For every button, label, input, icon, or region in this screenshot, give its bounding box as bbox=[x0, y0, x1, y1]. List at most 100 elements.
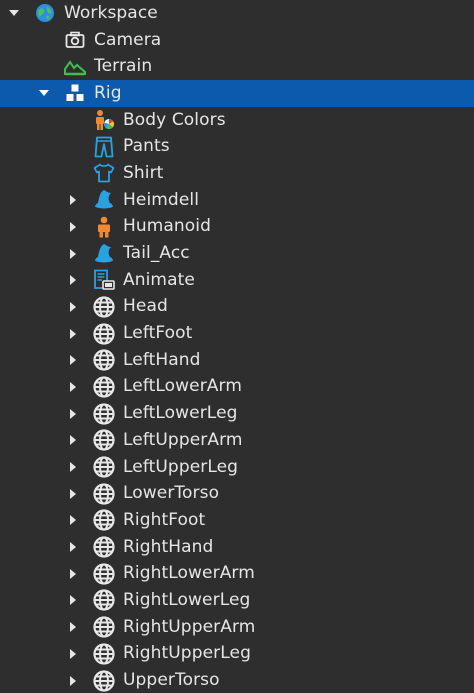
tree-item-label: LeftHand bbox=[123, 349, 201, 370]
chevron-right-icon[interactable] bbox=[67, 594, 79, 606]
chevron-right-icon[interactable] bbox=[67, 648, 79, 660]
tree-item-terrain[interactable]: Terrain bbox=[0, 53, 474, 80]
meshpart-icon bbox=[93, 296, 115, 318]
chevron-right-icon[interactable] bbox=[67, 328, 79, 340]
chevron-right-icon[interactable] bbox=[67, 354, 79, 366]
tree-item-label: RightUpperArm bbox=[123, 616, 256, 637]
tree-item-label: LeftLowerArm bbox=[123, 376, 242, 397]
meshpart-icon bbox=[93, 616, 115, 638]
body-colors-icon bbox=[93, 109, 115, 131]
chevron-right-icon[interactable] bbox=[67, 194, 79, 206]
tree-item-label: Animate bbox=[123, 269, 195, 290]
tree-item-label: LowerTorso bbox=[123, 483, 220, 504]
tree-item-label: UpperTorso bbox=[123, 670, 220, 691]
chevron-right-icon[interactable] bbox=[67, 488, 79, 500]
chevron-right-icon[interactable] bbox=[67, 381, 79, 393]
script-icon bbox=[93, 269, 115, 291]
humanoid-icon bbox=[93, 216, 115, 238]
tree-item-label: Rig bbox=[94, 82, 122, 103]
tree-item-leftupperarm[interactable]: LeftUpperArm bbox=[0, 427, 474, 454]
tree-item-label: RightFoot bbox=[123, 509, 206, 530]
tree-item-label: Pants bbox=[123, 136, 170, 157]
tree-item-heimdell[interactable]: Heimdell bbox=[0, 187, 474, 214]
meshpart-icon bbox=[93, 536, 115, 558]
chevron-right-icon[interactable] bbox=[67, 675, 79, 687]
tree-item-leftlowerleg[interactable]: LeftLowerLeg bbox=[0, 400, 474, 427]
tree-item-rightfoot[interactable]: RightFoot bbox=[0, 507, 474, 534]
tree-item-label: RightLowerLeg bbox=[123, 589, 251, 610]
tree-item-label: Camera bbox=[94, 29, 162, 50]
tree-item-lowertorso[interactable]: LowerTorso bbox=[0, 480, 474, 507]
tree-item-label: Body Colors bbox=[123, 109, 226, 130]
tree-item-rightlowerarm[interactable]: RightLowerArm bbox=[0, 560, 474, 587]
chevron-down-icon[interactable] bbox=[8, 7, 20, 19]
chevron-down-icon[interactable] bbox=[38, 87, 50, 99]
meshpart-icon bbox=[93, 376, 115, 398]
tree-item-shirt[interactable]: Shirt bbox=[0, 160, 474, 187]
tree-item-label: Terrain bbox=[94, 56, 153, 77]
tree-item-label: Humanoid bbox=[123, 216, 212, 237]
tree-item-label: LeftUpperLeg bbox=[123, 456, 239, 477]
chevron-right-icon[interactable] bbox=[67, 408, 79, 420]
meshpart-icon bbox=[93, 456, 115, 478]
meshpart-icon bbox=[93, 322, 115, 345]
tree-item-rig[interactable]: Rig bbox=[0, 80, 474, 107]
accessory-hat-icon bbox=[93, 243, 115, 265]
tree-item-label: Tail_Acc bbox=[123, 243, 190, 264]
tree-item-label: Shirt bbox=[123, 162, 164, 183]
chevron-right-icon[interactable] bbox=[67, 621, 79, 633]
camera-icon bbox=[64, 29, 86, 51]
workspace-globe-icon bbox=[34, 2, 56, 24]
meshpart-icon bbox=[93, 429, 115, 451]
tree-item-rightlowerleg[interactable]: RightLowerLeg bbox=[0, 587, 474, 614]
accessory-hat-icon bbox=[93, 189, 115, 211]
tree-item-label: Workspace bbox=[64, 2, 158, 23]
tree-item-rightupperarm[interactable]: RightUpperArm bbox=[0, 614, 474, 641]
chevron-right-icon[interactable] bbox=[67, 568, 79, 580]
chevron-right-icon[interactable] bbox=[67, 434, 79, 446]
tree-item-label: RightHand bbox=[123, 536, 214, 557]
tree-item-rightupperleg[interactable]: RightUpperLeg bbox=[0, 641, 474, 668]
tree-item-leftfoot[interactable]: LeftFoot bbox=[0, 320, 474, 347]
tree-item-label: RightLowerArm bbox=[123, 563, 255, 584]
explorer-tree: Workspace Camera Terrain Rig Body Colors… bbox=[0, 0, 474, 693]
tree-item-uppertorso[interactable]: UpperTorso bbox=[0, 667, 474, 693]
chevron-right-icon[interactable] bbox=[67, 221, 79, 233]
chevron-right-icon[interactable] bbox=[67, 248, 79, 260]
tree-item-workspace[interactable]: Workspace bbox=[0, 0, 474, 27]
meshpart-icon bbox=[93, 483, 115, 505]
tree-item-animate[interactable]: Animate bbox=[0, 267, 474, 294]
tree-item-head[interactable]: Head bbox=[0, 294, 474, 321]
shirt-icon bbox=[93, 162, 115, 184]
meshpart-icon bbox=[93, 403, 115, 425]
tree-item-label: LeftFoot bbox=[123, 323, 193, 344]
model-icon bbox=[64, 82, 86, 104]
meshpart-icon bbox=[93, 643, 115, 665]
meshpart-icon bbox=[93, 349, 115, 371]
tree-item-tail-acc[interactable]: Tail_Acc bbox=[0, 240, 474, 267]
tree-item-pants[interactable]: Pants bbox=[0, 133, 474, 160]
tree-item-label: LeftLowerLeg bbox=[123, 403, 238, 424]
chevron-right-icon[interactable] bbox=[67, 541, 79, 553]
meshpart-icon bbox=[93, 563, 115, 585]
tree-item-body-colors[interactable]: Body Colors bbox=[0, 107, 474, 134]
tree-item-label: LeftUpperArm bbox=[123, 429, 243, 450]
pants-icon bbox=[93, 136, 115, 158]
chevron-right-icon[interactable] bbox=[67, 301, 79, 313]
tree-item-leftlowerarm[interactable]: LeftLowerArm bbox=[0, 374, 474, 401]
tree-item-camera[interactable]: Camera bbox=[0, 27, 474, 54]
tree-item-label: Head bbox=[123, 296, 168, 317]
terrain-icon bbox=[64, 56, 86, 78]
meshpart-icon bbox=[93, 509, 115, 532]
tree-item-humanoid[interactable]: Humanoid bbox=[0, 214, 474, 241]
chevron-right-icon[interactable] bbox=[67, 274, 79, 286]
tree-item-label: Heimdell bbox=[123, 189, 200, 210]
chevron-right-icon[interactable] bbox=[67, 461, 79, 473]
chevron-right-icon[interactable] bbox=[67, 514, 79, 526]
meshpart-icon bbox=[93, 669, 115, 692]
tree-item-lefthand[interactable]: LeftHand bbox=[0, 347, 474, 374]
meshpart-icon bbox=[93, 589, 115, 612]
tree-item-label: RightUpperLeg bbox=[123, 643, 251, 664]
tree-item-righthand[interactable]: RightHand bbox=[0, 534, 474, 561]
tree-item-leftupperleg[interactable]: LeftUpperLeg bbox=[0, 454, 474, 481]
